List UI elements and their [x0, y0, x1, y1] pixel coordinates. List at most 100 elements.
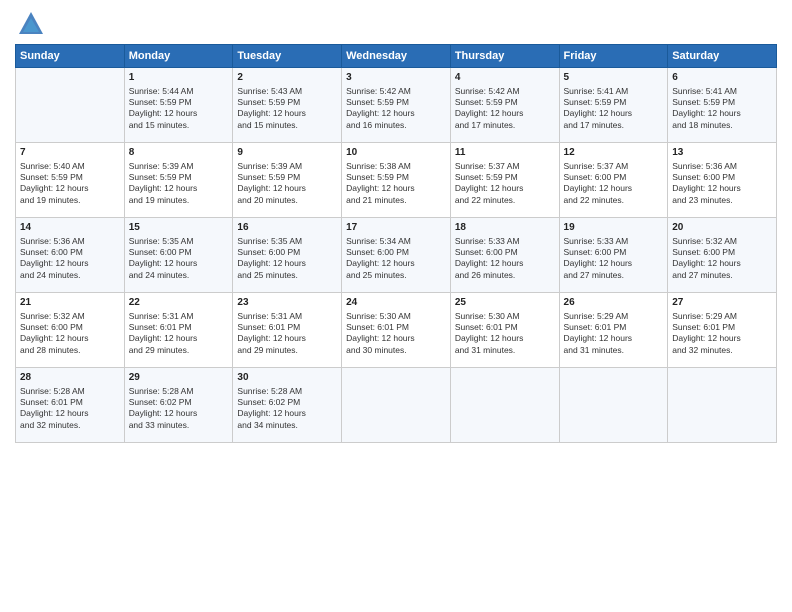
calendar-cell — [450, 368, 559, 443]
day-info: Sunrise: 5:31 AM Sunset: 6:01 PM Dayligh… — [237, 311, 337, 357]
day-number: 15 — [129, 221, 229, 235]
day-info: Sunrise: 5:28 AM Sunset: 6:01 PM Dayligh… — [20, 386, 120, 432]
day-info: Sunrise: 5:41 AM Sunset: 5:59 PM Dayligh… — [564, 86, 664, 132]
day-number: 12 — [564, 146, 664, 160]
calendar-cell: 3Sunrise: 5:42 AM Sunset: 5:59 PM Daylig… — [342, 68, 451, 143]
col-header-monday: Monday — [124, 45, 233, 68]
calendar-cell: 15Sunrise: 5:35 AM Sunset: 6:00 PM Dayli… — [124, 218, 233, 293]
day-number: 28 — [20, 371, 120, 385]
calendar-cell — [559, 368, 668, 443]
calendar-cell: 26Sunrise: 5:29 AM Sunset: 6:01 PM Dayli… — [559, 293, 668, 368]
day-number: 5 — [564, 71, 664, 85]
day-number: 8 — [129, 146, 229, 160]
calendar-cell: 28Sunrise: 5:28 AM Sunset: 6:01 PM Dayli… — [16, 368, 125, 443]
calendar-cell: 4Sunrise: 5:42 AM Sunset: 5:59 PM Daylig… — [450, 68, 559, 143]
day-number: 18 — [455, 221, 555, 235]
logo-icon — [17, 10, 45, 38]
day-number: 6 — [672, 71, 772, 85]
calendar-cell: 27Sunrise: 5:29 AM Sunset: 6:01 PM Dayli… — [668, 293, 777, 368]
calendar-cell: 8Sunrise: 5:39 AM Sunset: 5:59 PM Daylig… — [124, 143, 233, 218]
calendar-cell: 16Sunrise: 5:35 AM Sunset: 6:00 PM Dayli… — [233, 218, 342, 293]
week-row-2: 14Sunrise: 5:36 AM Sunset: 6:00 PM Dayli… — [16, 218, 777, 293]
calendar-cell: 10Sunrise: 5:38 AM Sunset: 5:59 PM Dayli… — [342, 143, 451, 218]
day-number: 1 — [129, 71, 229, 85]
col-header-sunday: Sunday — [16, 45, 125, 68]
calendar-cell: 12Sunrise: 5:37 AM Sunset: 6:00 PM Dayli… — [559, 143, 668, 218]
day-number: 2 — [237, 71, 337, 85]
header — [15, 10, 777, 38]
calendar-cell: 21Sunrise: 5:32 AM Sunset: 6:00 PM Dayli… — [16, 293, 125, 368]
day-info: Sunrise: 5:36 AM Sunset: 6:00 PM Dayligh… — [672, 161, 772, 207]
calendar-cell: 13Sunrise: 5:36 AM Sunset: 6:00 PM Dayli… — [668, 143, 777, 218]
calendar-cell: 23Sunrise: 5:31 AM Sunset: 6:01 PM Dayli… — [233, 293, 342, 368]
day-info: Sunrise: 5:37 AM Sunset: 5:59 PM Dayligh… — [455, 161, 555, 207]
day-number: 16 — [237, 221, 337, 235]
day-number: 22 — [129, 296, 229, 310]
day-info: Sunrise: 5:36 AM Sunset: 6:00 PM Dayligh… — [20, 236, 120, 282]
col-header-wednesday: Wednesday — [342, 45, 451, 68]
week-row-1: 7Sunrise: 5:40 AM Sunset: 5:59 PM Daylig… — [16, 143, 777, 218]
calendar-cell: 17Sunrise: 5:34 AM Sunset: 6:00 PM Dayli… — [342, 218, 451, 293]
week-row-3: 21Sunrise: 5:32 AM Sunset: 6:00 PM Dayli… — [16, 293, 777, 368]
calendar-cell: 22Sunrise: 5:31 AM Sunset: 6:01 PM Dayli… — [124, 293, 233, 368]
page: SundayMondayTuesdayWednesdayThursdayFrid… — [0, 0, 792, 612]
calendar-cell: 7Sunrise: 5:40 AM Sunset: 5:59 PM Daylig… — [16, 143, 125, 218]
day-number: 14 — [20, 221, 120, 235]
col-header-tuesday: Tuesday — [233, 45, 342, 68]
day-number: 13 — [672, 146, 772, 160]
calendar-cell: 18Sunrise: 5:33 AM Sunset: 6:00 PM Dayli… — [450, 218, 559, 293]
day-info: Sunrise: 5:40 AM Sunset: 5:59 PM Dayligh… — [20, 161, 120, 207]
day-number: 27 — [672, 296, 772, 310]
header-row: SundayMondayTuesdayWednesdayThursdayFrid… — [16, 45, 777, 68]
day-info: Sunrise: 5:29 AM Sunset: 6:01 PM Dayligh… — [564, 311, 664, 357]
calendar-cell: 9Sunrise: 5:39 AM Sunset: 5:59 PM Daylig… — [233, 143, 342, 218]
col-header-thursday: Thursday — [450, 45, 559, 68]
calendar-cell: 14Sunrise: 5:36 AM Sunset: 6:00 PM Dayli… — [16, 218, 125, 293]
day-info: Sunrise: 5:42 AM Sunset: 5:59 PM Dayligh… — [455, 86, 555, 132]
calendar-cell — [16, 68, 125, 143]
week-row-0: 1Sunrise: 5:44 AM Sunset: 5:59 PM Daylig… — [16, 68, 777, 143]
day-info: Sunrise: 5:31 AM Sunset: 6:01 PM Dayligh… — [129, 311, 229, 357]
calendar-cell: 6Sunrise: 5:41 AM Sunset: 5:59 PM Daylig… — [668, 68, 777, 143]
day-info: Sunrise: 5:37 AM Sunset: 6:00 PM Dayligh… — [564, 161, 664, 207]
day-number: 25 — [455, 296, 555, 310]
calendar-cell: 24Sunrise: 5:30 AM Sunset: 6:01 PM Dayli… — [342, 293, 451, 368]
logo — [15, 10, 45, 38]
day-number: 3 — [346, 71, 446, 85]
day-number: 19 — [564, 221, 664, 235]
day-info: Sunrise: 5:41 AM Sunset: 5:59 PM Dayligh… — [672, 86, 772, 132]
day-number: 10 — [346, 146, 446, 160]
calendar-cell: 29Sunrise: 5:28 AM Sunset: 6:02 PM Dayli… — [124, 368, 233, 443]
day-info: Sunrise: 5:39 AM Sunset: 5:59 PM Dayligh… — [237, 161, 337, 207]
day-number: 7 — [20, 146, 120, 160]
day-number: 17 — [346, 221, 446, 235]
day-number: 20 — [672, 221, 772, 235]
day-info: Sunrise: 5:39 AM Sunset: 5:59 PM Dayligh… — [129, 161, 229, 207]
day-info: Sunrise: 5:28 AM Sunset: 6:02 PM Dayligh… — [237, 386, 337, 432]
day-info: Sunrise: 5:30 AM Sunset: 6:01 PM Dayligh… — [455, 311, 555, 357]
col-header-friday: Friday — [559, 45, 668, 68]
calendar-table: SundayMondayTuesdayWednesdayThursdayFrid… — [15, 44, 777, 443]
day-info: Sunrise: 5:28 AM Sunset: 6:02 PM Dayligh… — [129, 386, 229, 432]
day-number: 11 — [455, 146, 555, 160]
day-info: Sunrise: 5:33 AM Sunset: 6:00 PM Dayligh… — [564, 236, 664, 282]
day-info: Sunrise: 5:44 AM Sunset: 5:59 PM Dayligh… — [129, 86, 229, 132]
day-info: Sunrise: 5:38 AM Sunset: 5:59 PM Dayligh… — [346, 161, 446, 207]
day-number: 29 — [129, 371, 229, 385]
day-info: Sunrise: 5:35 AM Sunset: 6:00 PM Dayligh… — [237, 236, 337, 282]
day-info: Sunrise: 5:30 AM Sunset: 6:01 PM Dayligh… — [346, 311, 446, 357]
calendar-cell — [342, 368, 451, 443]
day-number: 26 — [564, 296, 664, 310]
day-info: Sunrise: 5:34 AM Sunset: 6:00 PM Dayligh… — [346, 236, 446, 282]
calendar-cell: 1Sunrise: 5:44 AM Sunset: 5:59 PM Daylig… — [124, 68, 233, 143]
col-header-saturday: Saturday — [668, 45, 777, 68]
day-number: 9 — [237, 146, 337, 160]
day-info: Sunrise: 5:29 AM Sunset: 6:01 PM Dayligh… — [672, 311, 772, 357]
day-info: Sunrise: 5:42 AM Sunset: 5:59 PM Dayligh… — [346, 86, 446, 132]
day-info: Sunrise: 5:35 AM Sunset: 6:00 PM Dayligh… — [129, 236, 229, 282]
day-info: Sunrise: 5:33 AM Sunset: 6:00 PM Dayligh… — [455, 236, 555, 282]
week-row-4: 28Sunrise: 5:28 AM Sunset: 6:01 PM Dayli… — [16, 368, 777, 443]
calendar-cell: 5Sunrise: 5:41 AM Sunset: 5:59 PM Daylig… — [559, 68, 668, 143]
calendar-cell: 30Sunrise: 5:28 AM Sunset: 6:02 PM Dayli… — [233, 368, 342, 443]
calendar-cell: 2Sunrise: 5:43 AM Sunset: 5:59 PM Daylig… — [233, 68, 342, 143]
